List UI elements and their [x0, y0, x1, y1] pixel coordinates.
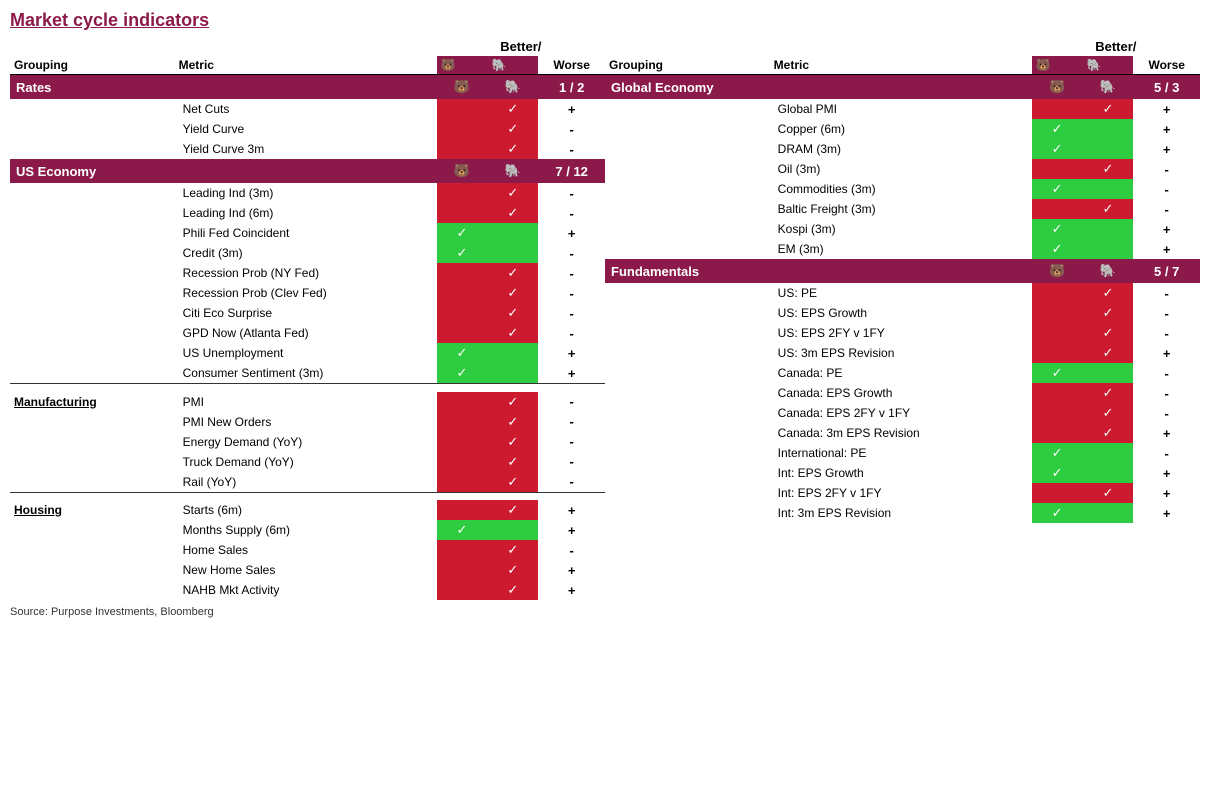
- source-text: Source: Purpose Investments, Bloomberg: [10, 606, 605, 618]
- table-row: Rail (YoY)✓-: [10, 472, 605, 493]
- page-title: Market cycle indicators: [10, 10, 1200, 31]
- table-row: ManufacturingPMI✓-: [10, 392, 605, 412]
- table-row: Canada: 3m EPS Revision✓+: [605, 423, 1200, 443]
- table-row: US Unemployment✓+: [10, 343, 605, 363]
- right-metric-header: Metric: [770, 56, 1032, 75]
- table-row: HousingStarts (6m)✓+: [10, 500, 605, 520]
- table-row: NAHB Mkt Activity✓+: [10, 580, 605, 600]
- section-us-economy: US Economy🐻🐘7 / 12: [10, 159, 605, 183]
- table-row: DRAM (3m)✓+: [605, 139, 1200, 159]
- table-row: Commodities (3m)✓-: [605, 179, 1200, 199]
- left-grouping-header: Grouping: [10, 56, 175, 75]
- section-fundamentals: Fundamentals🐻🐘5 / 7: [605, 259, 1200, 283]
- table-row: Kospi (3m)✓+: [605, 219, 1200, 239]
- table-row: Truck Demand (YoY)✓-: [10, 452, 605, 472]
- left-better-worse-header: Better/: [437, 37, 605, 56]
- right-bear-icon: 🐻: [1032, 56, 1083, 75]
- table-row: Citi Eco Surprise✓-: [10, 303, 605, 323]
- table-row: Home Sales✓-: [10, 540, 605, 560]
- table-row: PMI New Orders✓-: [10, 412, 605, 432]
- table-row: Canada: EPS 2FY v 1FY✓-: [605, 403, 1200, 423]
- right-grouping-header: Grouping: [605, 56, 770, 75]
- table-row: GPD Now (Atlanta Fed)✓-: [10, 323, 605, 343]
- table-row: International: PE✓-: [605, 443, 1200, 463]
- table-row: US: 3m EPS Revision✓+: [605, 343, 1200, 363]
- right-bull-icon: 🐘: [1083, 56, 1134, 75]
- table-row: New Home Sales✓+: [10, 560, 605, 580]
- table-row: Yield Curve✓-: [10, 119, 605, 139]
- table-row: Int: EPS Growth✓+: [605, 463, 1200, 483]
- table-row: Consumer Sentiment (3m)✓+: [10, 363, 605, 384]
- table-row: Leading Ind (3m)✓-: [10, 183, 605, 203]
- right-worse-header: Worse: [1133, 56, 1200, 75]
- section-global-economy: Global Economy🐻🐘5 / 3: [605, 75, 1200, 100]
- table-row: US: PE✓-: [605, 283, 1200, 303]
- table-row: EM (3m)✓+: [605, 239, 1200, 259]
- table-row: Int: 3m EPS Revision✓+: [605, 503, 1200, 523]
- left-worse-header: Worse: [538, 56, 605, 75]
- table-row: Global PMI✓+: [605, 99, 1200, 119]
- table-row: Leading Ind (6m)✓-: [10, 203, 605, 223]
- table-row: Net Cuts✓+: [10, 99, 605, 119]
- table-row: Recession Prob (Clev Fed)✓-: [10, 283, 605, 303]
- table-row: Copper (6m)✓+: [605, 119, 1200, 139]
- left-bull-icon: 🐘: [487, 56, 538, 75]
- table-row: Canada: PE✓-: [605, 363, 1200, 383]
- table-row: Canada: EPS Growth✓-: [605, 383, 1200, 403]
- left-bear-icon: 🐻: [437, 56, 488, 75]
- table-row: Oil (3m)✓-: [605, 159, 1200, 179]
- table-row: Baltic Freight (3m)✓-: [605, 199, 1200, 219]
- table-row: US: EPS 2FY v 1FY✓-: [605, 323, 1200, 343]
- table-row: Energy Demand (YoY)✓-: [10, 432, 605, 452]
- left-metric-header: Metric: [175, 56, 437, 75]
- table-row: Yield Curve 3m✓-: [10, 139, 605, 159]
- table-row: Months Supply (6m)✓+: [10, 520, 605, 540]
- table-row: Int: EPS 2FY v 1FY✓+: [605, 483, 1200, 503]
- section-rates: Rates🐻🐘1 / 2: [10, 75, 605, 100]
- right-better-worse-header: Better/: [1032, 37, 1200, 56]
- table-row: Recession Prob (NY Fed)✓-: [10, 263, 605, 283]
- table-row: US: EPS Growth✓-: [605, 303, 1200, 323]
- table-row: Credit (3m)✓-: [10, 243, 605, 263]
- table-row: Phili Fed Coincident✓+: [10, 223, 605, 243]
